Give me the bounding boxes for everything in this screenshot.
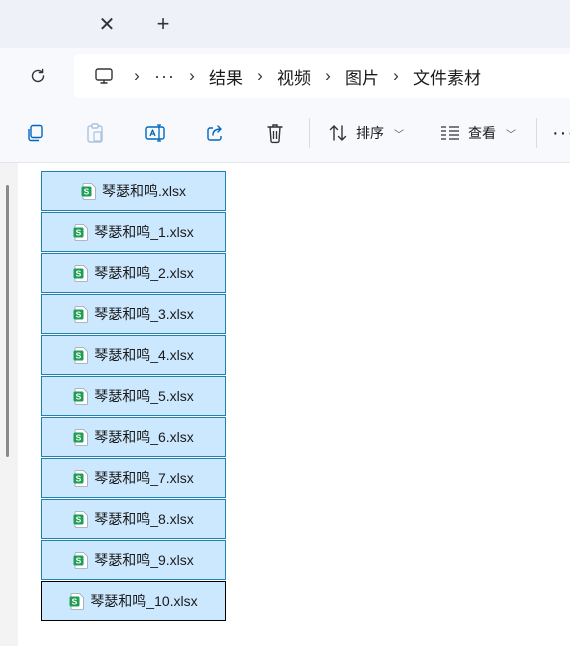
svg-text:S: S — [76, 514, 82, 524]
sort-label: 排序 — [356, 125, 384, 141]
file-item[interactable]: S 琴瑟和鸣_1.xlsx — [41, 212, 226, 252]
file-name: 琴瑟和鸣.xlsx — [102, 183, 186, 199]
share-button[interactable] — [198, 116, 232, 150]
close-icon: ✕ — [98, 13, 116, 36]
spreadsheet-file-icon: S — [73, 551, 89, 569]
spreadsheet-file-icon: S — [73, 510, 89, 528]
breadcrumb-chevron-icon[interactable]: › — [243, 66, 277, 86]
file-item[interactable]: S 琴瑟和鸣_3.xlsx — [41, 294, 226, 334]
file-name: 琴瑟和鸣_1.xlsx — [94, 224, 194, 240]
svg-text:S: S — [76, 473, 82, 483]
breadcrumb-chevron-icon[interactable]: › — [379, 66, 413, 86]
address-bar[interactable]: › ··· › 结果 › 视频 › 图片 › 文件素材 — [74, 54, 570, 98]
svg-text:S: S — [72, 596, 78, 606]
svg-text:S: S — [76, 309, 82, 319]
svg-text:S: S — [76, 268, 82, 278]
sort-icon — [329, 125, 347, 141]
file-view[interactable]: S 琴瑟和鸣.xlsx S 琴瑟和鸣_1.xlsx S 琴瑟和鸣_2.xlsx … — [0, 163, 570, 646]
computer-icon — [95, 68, 113, 84]
paste-button[interactable] — [78, 116, 112, 150]
copy-button[interactable] — [18, 116, 52, 150]
breadcrumb-item-current[interactable]: 文件素材 — [413, 64, 481, 89]
file-item[interactable]: S 琴瑟和鸣_4.xlsx — [41, 335, 226, 375]
spreadsheet-file-icon: S — [73, 346, 89, 364]
file-name: 琴瑟和鸣_7.xlsx — [94, 470, 194, 486]
tab-strip: ✕ + — [0, 0, 570, 48]
file-item-focused[interactable]: S 琴瑟和鸣_10.xlsx — [41, 581, 226, 621]
navigation-pane-edge — [0, 163, 18, 646]
copy-icon — [28, 124, 43, 142]
sort-button[interactable]: 排序 ﹀ — [328, 116, 404, 150]
command-bar: 排序 ﹀ 查看 ﹀ ··· — [0, 104, 570, 163]
svg-text:S: S — [84, 186, 90, 196]
toolbar-separator — [309, 118, 310, 148]
spreadsheet-file-icon: S — [69, 592, 85, 610]
chevron-down-icon: ﹀ — [506, 129, 516, 141]
breadcrumb-item[interactable]: 图片 — [345, 64, 379, 89]
file-item[interactable]: S 琴瑟和鸣_7.xlsx — [41, 458, 226, 498]
spreadsheet-file-icon: S — [73, 387, 89, 405]
refresh-icon — [31, 68, 45, 83]
breadcrumb-item[interactable]: 视频 — [277, 64, 311, 89]
file-item[interactable]: S 琴瑟和鸣_8.xlsx — [41, 499, 226, 539]
breadcrumb-chevron-icon[interactable]: › — [311, 66, 345, 86]
close-tab-button[interactable]: ✕ — [92, 10, 122, 38]
file-name: 琴瑟和鸣_8.xlsx — [94, 511, 194, 527]
address-row: › ··· › 结果 › 视频 › 图片 › 文件素材 — [0, 48, 570, 104]
delete-button[interactable] — [258, 116, 292, 150]
breadcrumb-chevron-icon[interactable]: › — [175, 66, 209, 86]
breadcrumb-this-pc[interactable] — [88, 67, 120, 85]
file-name: 琴瑟和鸣_4.xlsx — [94, 347, 194, 363]
svg-text:S: S — [76, 391, 82, 401]
view-label: 查看 — [468, 125, 496, 141]
file-name: 琴瑟和鸣_2.xlsx — [94, 265, 194, 281]
svg-text:S: S — [76, 227, 82, 237]
breadcrumb-chevron-icon[interactable]: › — [120, 66, 154, 86]
refresh-button[interactable] — [18, 56, 58, 96]
file-item[interactable]: S 琴瑟和鸣_6.xlsx — [41, 417, 226, 457]
view-icon — [441, 126, 459, 140]
file-name: 琴瑟和鸣_6.xlsx — [94, 429, 194, 445]
view-button[interactable]: 查看 ﹀ — [440, 116, 516, 150]
spreadsheet-file-icon: S — [73, 428, 89, 446]
file-name: 琴瑟和鸣_5.xlsx — [94, 388, 194, 404]
scrollbar[interactable] — [6, 185, 9, 457]
spreadsheet-file-icon: S — [73, 223, 89, 241]
file-item[interactable]: S 琴瑟和鸣_2.xlsx — [41, 253, 226, 293]
toolbar-separator — [536, 118, 537, 148]
share-icon — [207, 125, 222, 141]
paste-icon — [87, 123, 103, 143]
new-tab-button[interactable]: + — [148, 10, 178, 38]
svg-text:S: S — [76, 432, 82, 442]
file-item[interactable]: S 琴瑟和鸣_5.xlsx — [41, 376, 226, 416]
file-item[interactable]: S 琴瑟和鸣_9.xlsx — [41, 540, 226, 580]
delete-icon — [267, 124, 283, 144]
rename-button[interactable] — [138, 116, 172, 150]
more-icon[interactable]: ··· — [552, 122, 570, 145]
chevron-down-icon: ﹀ — [394, 129, 404, 141]
file-item[interactable]: S 琴瑟和鸣.xlsx — [41, 171, 226, 211]
spreadsheet-file-icon: S — [73, 264, 89, 282]
spreadsheet-file-icon: S — [81, 182, 96, 200]
breadcrumb-overflow[interactable]: ··· — [154, 66, 175, 87]
svg-text:S: S — [76, 350, 82, 360]
breadcrumb-item[interactable]: 结果 — [209, 64, 243, 89]
svg-text:S: S — [76, 555, 82, 565]
file-name: 琴瑟和鸣_10.xlsx — [90, 593, 198, 609]
spreadsheet-file-icon: S — [73, 305, 89, 323]
file-name: 琴瑟和鸣_3.xlsx — [94, 306, 194, 322]
spreadsheet-file-icon: S — [73, 469, 89, 487]
file-name: 琴瑟和鸣_9.xlsx — [94, 552, 194, 568]
plus-icon: + — [156, 11, 170, 36]
rename-icon — [145, 124, 165, 142]
